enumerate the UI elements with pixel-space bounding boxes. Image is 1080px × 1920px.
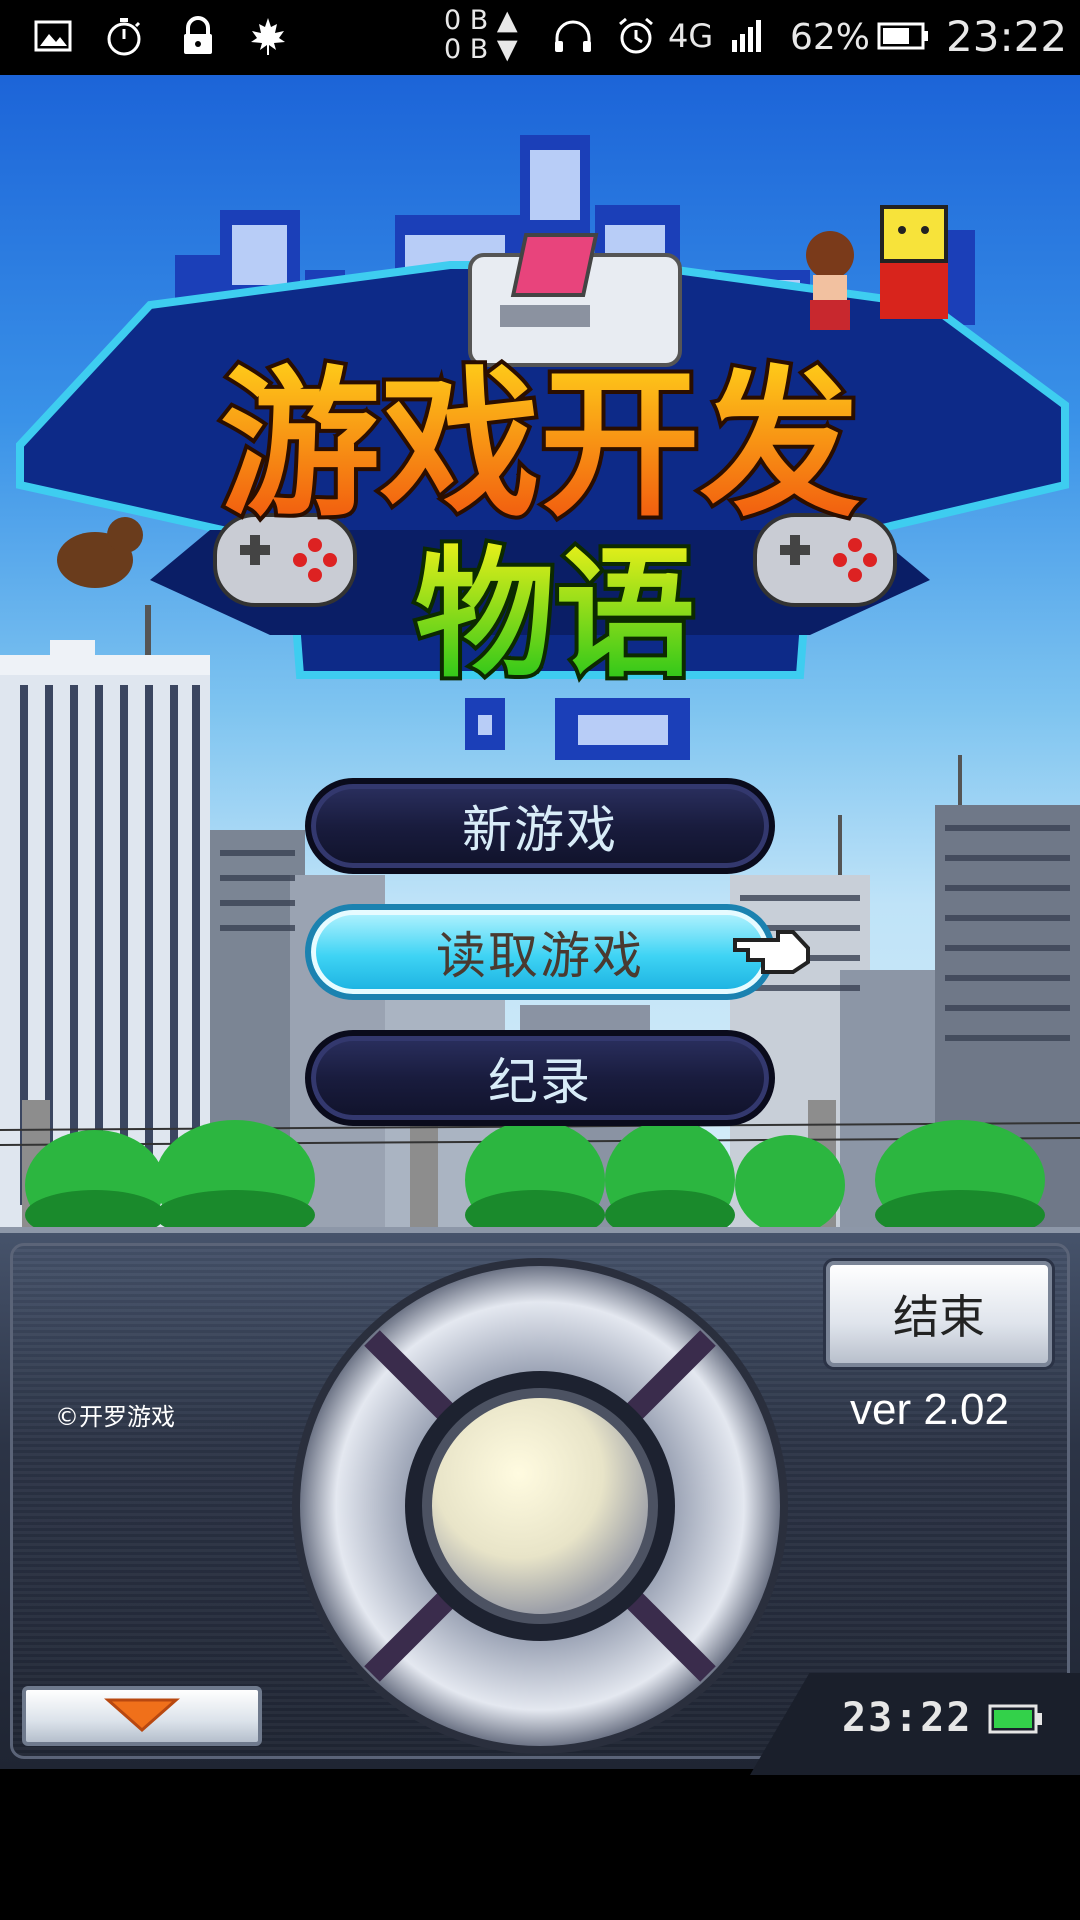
- arrow-down-icon: ▼: [496, 34, 518, 65]
- battery-icon: [877, 22, 928, 50]
- dpad-control: [292, 1258, 788, 1754]
- game-logo: 游戏开发 物语: [16, 205, 1069, 695]
- battery-full-icon: [988, 1704, 1042, 1734]
- status-bar: 0 B ▲ 0 B ▼ 4G 62% 23:22: [0, 0, 1080, 75]
- copyright-label: ©开罗游戏: [55, 1403, 175, 1431]
- records-button[interactable]: 纪录: [305, 1030, 775, 1126]
- battery-percent: 62%: [790, 17, 871, 58]
- network-type: 4G: [668, 17, 714, 55]
- robot-character-icon: [880, 205, 948, 319]
- arrow-up-icon: ▲: [496, 5, 518, 36]
- status-time: 23:22: [946, 12, 1068, 61]
- network-speed: 0 B ▲ 0 B ▼: [444, 6, 518, 64]
- game-screen[interactable]: 游戏开发 物语 新游戏 读取游戏 纪录: [0, 75, 1080, 1227]
- headset-icon: [555, 20, 591, 52]
- version-label: ver 2.02: [850, 1385, 1009, 1434]
- alarm-icon: [619, 17, 653, 54]
- monkey-character-icon: [57, 517, 143, 588]
- stopwatch-icon: [107, 18, 141, 56]
- gallery-icon: [34, 20, 72, 52]
- maple-leaf-icon: [251, 18, 285, 55]
- end-button[interactable]: 结束: [826, 1261, 1052, 1367]
- new-game-button[interactable]: 新游戏: [305, 778, 775, 874]
- collapse-down-button[interactable]: [22, 1686, 262, 1746]
- pointer-hand-icon: [733, 930, 810, 974]
- net-up-value: 0 B: [444, 5, 489, 36]
- net-down-value: 0 B: [444, 34, 489, 65]
- logo-title-bottom: 物语: [415, 534, 695, 695]
- logo-title-top: 游戏开发: [220, 351, 860, 538]
- load-game-button[interactable]: 读取游戏: [305, 904, 775, 1000]
- panel-clock: 23:22: [842, 1695, 973, 1741]
- girl-character-icon: [806, 231, 854, 330]
- signal-icon: [732, 20, 761, 52]
- lock-icon: [184, 16, 212, 54]
- control-panel: ©开罗游戏 结束 ver 2.02 23:22: [0, 1227, 1080, 1775]
- dpad-center-button[interactable]: [432, 1398, 648, 1614]
- arrow-down-icon: [104, 1698, 180, 1733]
